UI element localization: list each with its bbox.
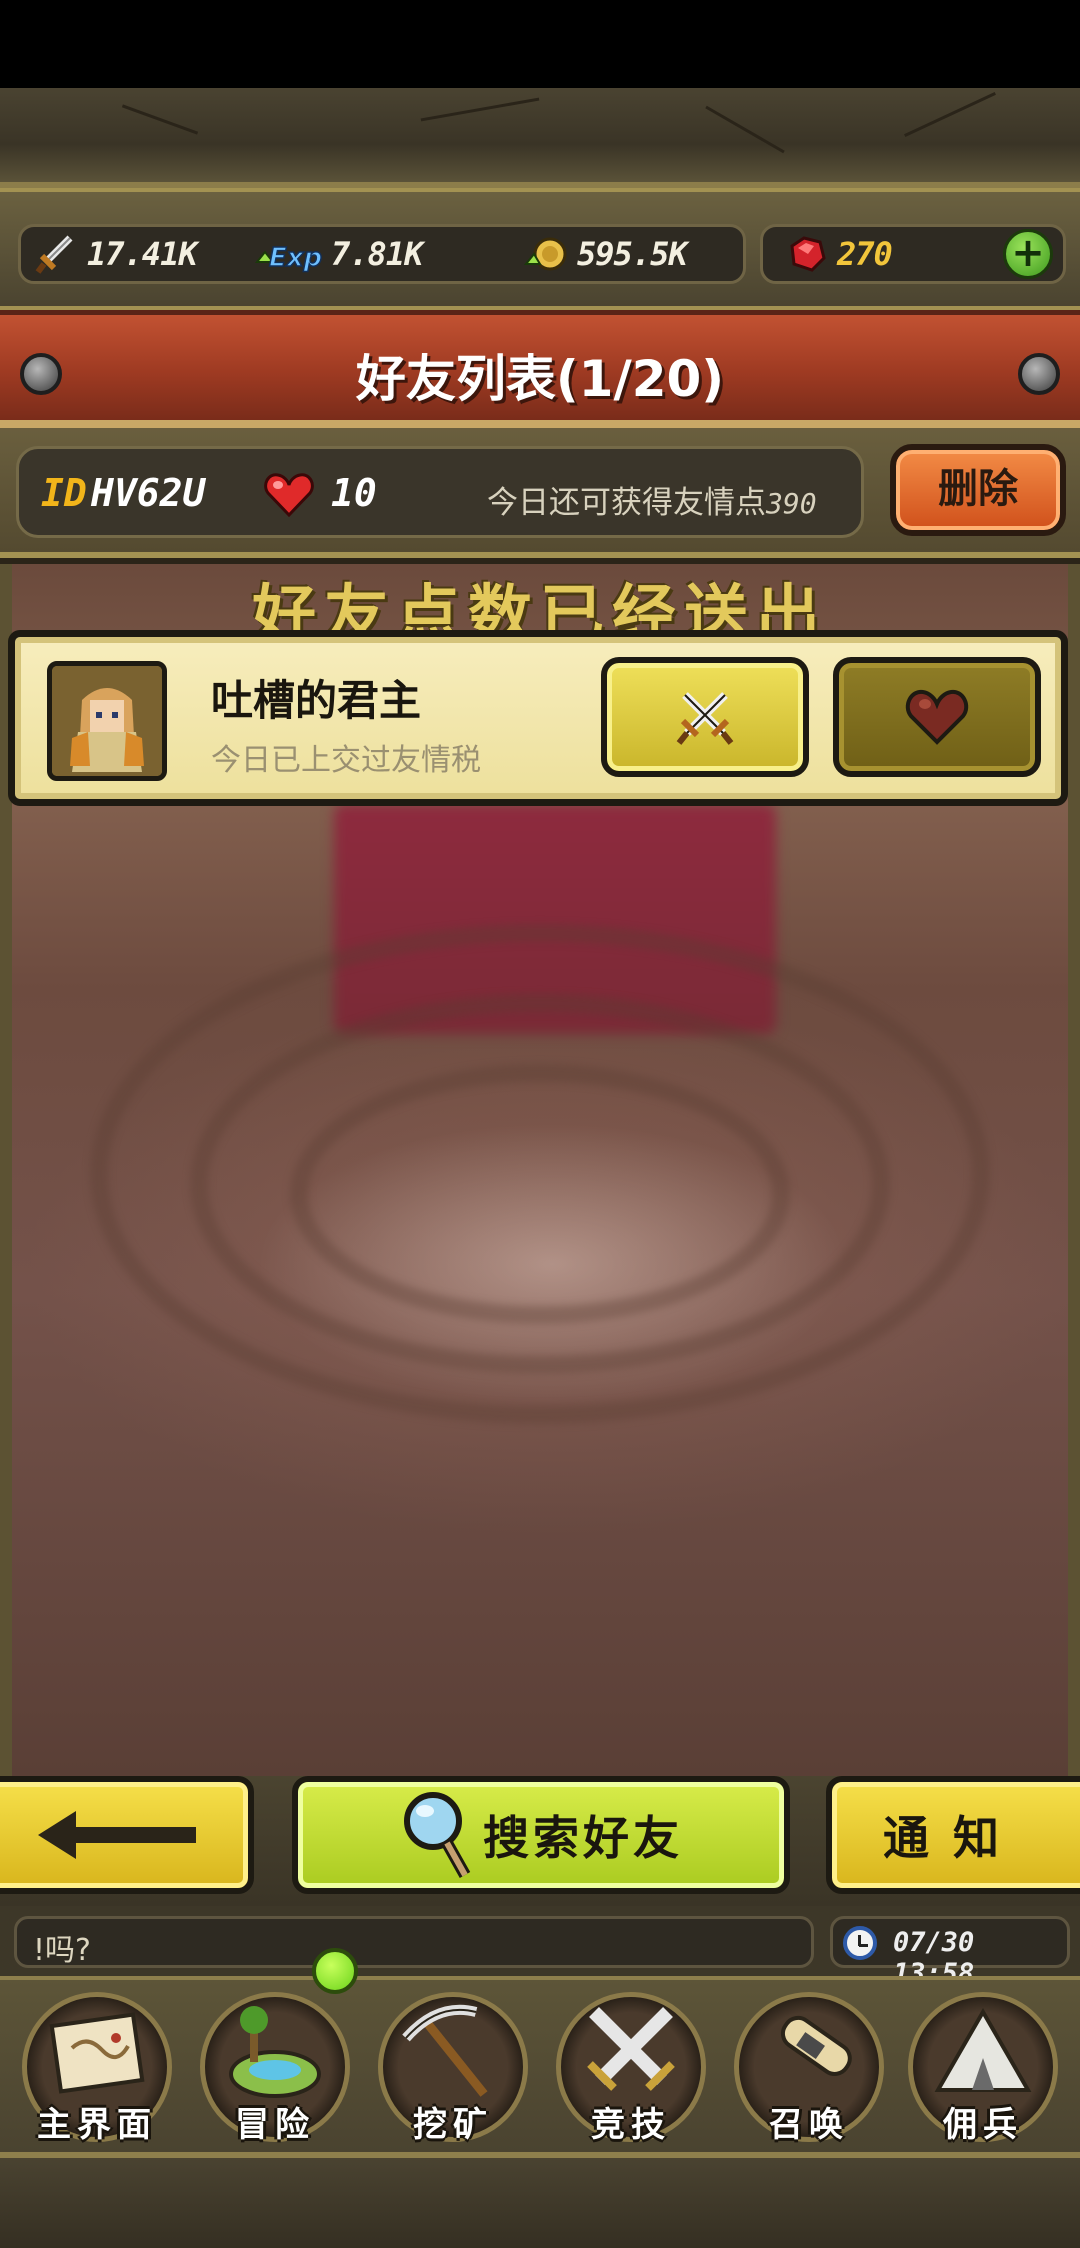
- ruby-icon: [783, 231, 829, 277]
- status-bar: [0, 0, 1080, 88]
- chat-ticker[interactable]: !吗?: [14, 1916, 814, 1968]
- gold-coin-icon: [523, 231, 569, 277]
- summon-scroll-icon: [780, 2015, 852, 2076]
- attack-value: 17.41K: [87, 235, 198, 273]
- arrow-left-icon: [38, 1811, 196, 1859]
- bolt-icon: [1018, 353, 1060, 395]
- notice-button[interactable]: 通 知: [826, 1776, 1080, 1894]
- crossed-swords-icon: [587, 2007, 675, 2091]
- tab-summon[interactable]: 召唤: [724, 1984, 894, 2156]
- chat-text: !吗?: [33, 1933, 91, 1968]
- player-info-pill: ID HV62U 10 今日还可获得友情点390: [16, 446, 864, 538]
- gold-resource: 595.5K: [523, 231, 688, 277]
- tab-summon-label: 召唤: [769, 2105, 849, 2145]
- gem-resource: 270: [783, 231, 893, 277]
- title-banner: 好友列表(1/20): [0, 310, 1080, 428]
- heart-count: 10: [331, 471, 377, 515]
- svg-text:Exp: Exp: [269, 243, 322, 273]
- bottom-frame: [0, 2158, 1080, 2248]
- exp-resource: Exp 7.81K: [253, 231, 423, 277]
- bottom-tab-bar: 主界面 冒险 挖矿 竞技 召唤 佣兵: [0, 1976, 1080, 2158]
- crossed-swords-icon: [676, 692, 734, 745]
- tab-mining[interactable]: 挖矿: [368, 1984, 538, 2156]
- chat-bar: !吗? 07/30 13:58: [0, 1906, 1080, 1989]
- attack-resource: 17.41K: [33, 231, 198, 277]
- add-gems-button[interactable]: +: [1003, 229, 1053, 279]
- action-button-row: 搜索好友 通 知: [0, 1776, 1080, 1906]
- gold-value: 595.5K: [577, 235, 688, 273]
- friend-card[interactable]: 吐槽的君主 今日已上交过友情税: [8, 630, 1068, 806]
- player-id: HV62U: [91, 471, 206, 515]
- friendship-value: 390: [766, 487, 817, 520]
- search-friend-label: 搜索好友: [483, 1811, 683, 1865]
- player-info-row: ID HV62U 10 今日还可获得友情点390 删除: [0, 428, 1080, 558]
- avatar[interactable]: [47, 661, 167, 781]
- arena-ring: [290, 1064, 790, 1324]
- currency-pill: 17.41K Exp 7.81K 595.5K: [18, 224, 746, 284]
- tab-mercenary-label: 佣兵: [943, 2105, 1023, 2145]
- send-heart-button[interactable]: [833, 657, 1041, 777]
- id-label: ID: [41, 471, 87, 515]
- friendship-label: 今日还可获得友情点: [487, 485, 766, 521]
- island-icon: [229, 2006, 321, 2098]
- resource-bar: 17.41K Exp 7.81K 595.5K 270 +: [0, 188, 1080, 310]
- notification-dot: [312, 1948, 358, 1994]
- tab-arena-label: 竞技: [591, 2105, 671, 2145]
- pickaxe-icon: [402, 2004, 488, 2097]
- page-title: 好友列表(1/20): [355, 350, 725, 408]
- tab-mining-label: 挖矿: [413, 2105, 493, 2145]
- delete-button[interactable]: 删除: [890, 444, 1066, 536]
- tab-home-label: 主界面: [37, 2105, 157, 2145]
- clock-display: 07/30 13:58: [830, 1916, 1070, 1989]
- tab-mercenary[interactable]: 佣兵: [898, 1984, 1068, 2156]
- clock-icon: [843, 1926, 877, 1960]
- friend-name: 吐槽的君主: [211, 676, 422, 725]
- tab-adventure-label: 冒险: [235, 2105, 315, 2145]
- back-button[interactable]: [0, 1776, 254, 1894]
- exp-value: 7.81K: [331, 235, 423, 273]
- map-scroll-icon: [49, 2012, 145, 2094]
- sword-icon: [33, 231, 79, 277]
- battle-friend-button[interactable]: [601, 657, 809, 777]
- heart-icon: [905, 689, 969, 745]
- friendship-points-remaining: 今日还可获得友情点390: [487, 477, 817, 522]
- tab-arena[interactable]: 竞技: [546, 1984, 716, 2156]
- tab-home[interactable]: 主界面: [12, 1984, 182, 2156]
- top-frame: [0, 88, 1080, 188]
- heart-icon: [264, 473, 314, 517]
- magnifier-icon: [404, 1792, 471, 1878]
- tab-adventure[interactable]: 冒险: [190, 1984, 360, 2156]
- tent-icon: [934, 2007, 1032, 2092]
- search-friend-button[interactable]: 搜索好友: [292, 1776, 790, 1894]
- notice-label: 通 知: [882, 1811, 1003, 1865]
- gem-pill: 270 +: [760, 224, 1066, 284]
- exp-icon: Exp: [253, 231, 323, 277]
- friend-status: 今日已上交过友情税: [211, 743, 481, 778]
- gem-value: 270: [837, 235, 893, 273]
